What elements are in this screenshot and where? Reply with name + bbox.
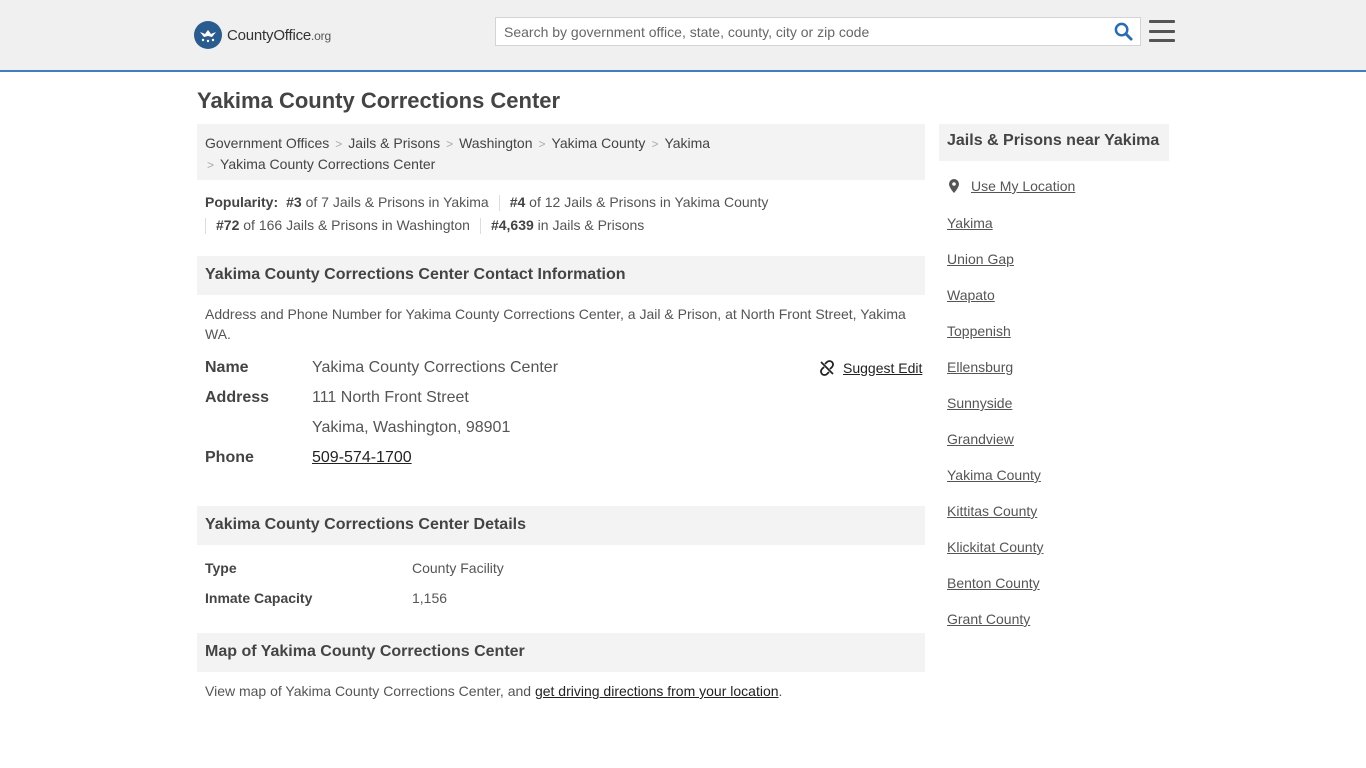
breadcrumb-current: Yakima County Corrections Center xyxy=(220,156,436,172)
eagle-seal-icon xyxy=(194,21,222,49)
use-my-location-link[interactable]: Use My Location xyxy=(947,178,1075,194)
search-input[interactable] xyxy=(496,18,1106,45)
popularity-item: #4 of 12 Jails & Prisons in Yakima Count… xyxy=(509,194,769,210)
name-label: Name xyxy=(205,359,249,376)
nearby-link[interactable]: Yakima County xyxy=(947,467,1041,483)
list-item: Toppenish xyxy=(947,322,1043,358)
top-bar: CountyOffice.org xyxy=(0,0,1366,72)
nearby-link[interactable]: Grandview xyxy=(947,431,1014,447)
chevron-right-icon: > xyxy=(651,137,659,151)
search-button[interactable] xyxy=(1106,18,1140,45)
capacity-label: Inmate Capacity xyxy=(205,590,313,606)
map-pin-icon xyxy=(949,179,959,193)
list-item: Sunnyside xyxy=(947,394,1043,430)
site-logo[interactable]: CountyOffice.org xyxy=(194,20,331,50)
page-title: Yakima County Corrections Center xyxy=(197,88,561,113)
details-heading: Yakima County Corrections Center Details xyxy=(197,506,925,545)
address-label: Address xyxy=(205,389,270,406)
popularity-item: #3 of 7 Jails & Prisons in Yakima xyxy=(286,194,489,210)
chevron-right-icon: > xyxy=(446,137,454,151)
nearby-link[interactable]: Union Gap xyxy=(947,251,1014,267)
list-item: Benton County xyxy=(947,574,1043,610)
contact-description: Address and Phone Number for Yakima Coun… xyxy=(205,306,906,342)
driving-directions-link[interactable]: get driving directions from your locatio… xyxy=(535,683,779,699)
nearby-link[interactable]: Sunnyside xyxy=(947,395,1012,411)
logo-text: CountyOffice.org xyxy=(227,26,331,44)
phone-label: Phone xyxy=(205,449,254,466)
list-item: Grant County xyxy=(947,610,1043,646)
breadcrumb-item[interactable]: Yakima County xyxy=(552,135,646,151)
breadcrumb-item[interactable]: Washington xyxy=(459,135,532,151)
capacity-value: 1,156 xyxy=(412,590,448,606)
breadcrumb-item[interactable]: Government Offices xyxy=(205,135,329,151)
suggest-edit-label: Suggest Edit xyxy=(843,360,923,376)
breadcrumb-item[interactable]: Yakima xyxy=(664,135,710,151)
chevron-right-icon: > xyxy=(538,137,546,151)
list-item: Union Gap xyxy=(947,250,1043,286)
nearby-link[interactable]: Kittitas County xyxy=(947,503,1037,519)
popularity-stats: Popularity: #3 of 7 Jails & Prisons in Ya… xyxy=(205,191,925,237)
popularity-item: #4,639 in Jails & Prisons xyxy=(490,217,645,233)
type-value: County Facility xyxy=(412,560,504,576)
list-item: Ellensburg xyxy=(947,358,1043,394)
popularity-item: #72 of 166 Jails & Prisons in Washington xyxy=(216,217,470,233)
popularity-label: Popularity: xyxy=(205,194,279,210)
address-line1: 111 North Front Street xyxy=(312,389,469,406)
name-value: Yakima County Corrections Center xyxy=(312,359,559,376)
search-icon xyxy=(1114,22,1133,41)
nearby-link[interactable]: Grant County xyxy=(947,611,1030,627)
phone-link[interactable]: 509-574-1700 xyxy=(312,449,412,467)
search-box xyxy=(495,17,1141,46)
use-my-location-label: Use My Location xyxy=(971,178,1076,194)
breadcrumb: Government Offices > Jails & Prisons > Washi… xyxy=(197,124,925,180)
breadcrumb-item[interactable]: Jails & Prisons xyxy=(348,135,440,151)
chevron-right-icon: > xyxy=(335,137,343,151)
list-item: Yakima County xyxy=(947,466,1043,502)
map-description: View map of Yakima County Corrections Ce… xyxy=(205,683,783,699)
list-item: Wapato xyxy=(947,286,1043,322)
address-line2: Yakima, Washington, 98901 xyxy=(312,419,511,436)
list-item: Yakima xyxy=(947,214,1043,250)
map-heading: Map of Yakima County Corrections Center xyxy=(197,633,925,672)
list-item: Klickitat County xyxy=(947,538,1043,574)
broken-link-icon xyxy=(820,360,834,376)
nearby-list: Yakima Union Gap Wapato Toppenish Ellens… xyxy=(947,214,1043,646)
hamburger-menu-icon[interactable] xyxy=(1149,18,1175,44)
nearby-link[interactable]: Benton County xyxy=(947,575,1040,591)
suggest-edit-link[interactable]: Suggest Edit xyxy=(819,360,922,376)
nearby-link[interactable]: Klickitat County xyxy=(947,539,1043,555)
contact-heading: Yakima County Corrections Center Contact… xyxy=(197,256,925,295)
list-item: Kittitas County xyxy=(947,502,1043,538)
nearby-link[interactable]: Yakima xyxy=(947,215,993,231)
chevron-right-icon: > xyxy=(207,158,215,172)
nearby-link[interactable]: Wapato xyxy=(947,287,995,303)
list-item: Grandview xyxy=(947,430,1043,466)
type-label: Type xyxy=(205,560,237,576)
sidebar-heading: Jails & Prisons near Yakima xyxy=(939,124,1169,161)
nearby-link[interactable]: Toppenish xyxy=(947,323,1011,339)
nearby-link[interactable]: Ellensburg xyxy=(947,359,1013,375)
